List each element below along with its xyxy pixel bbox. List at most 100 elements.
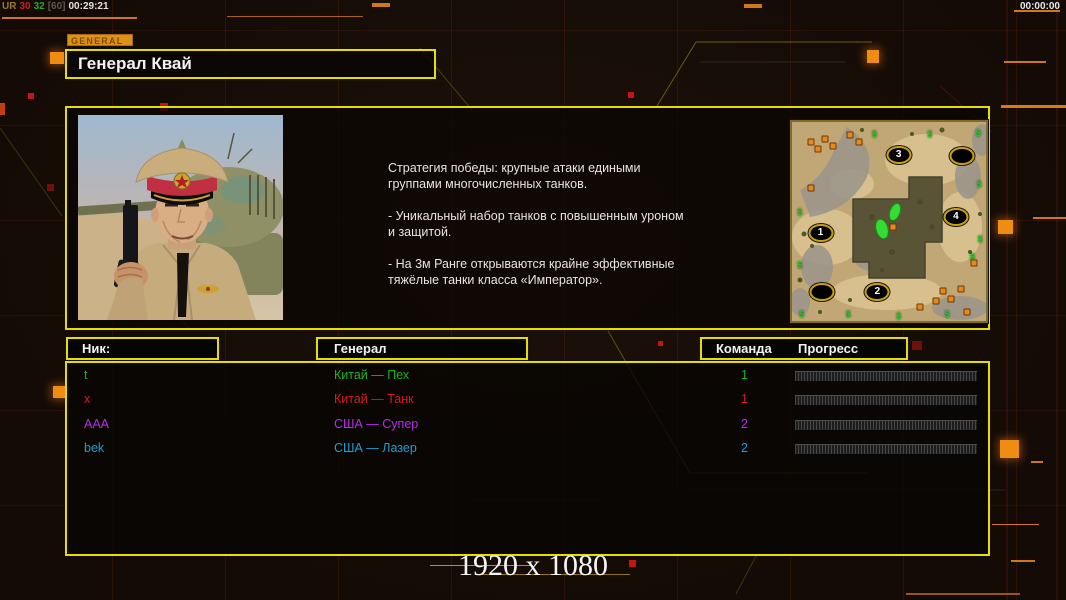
player-team: 1 xyxy=(722,363,767,387)
minimap-supply-dollar: $ xyxy=(872,129,877,139)
minimap-supply-dollar: $ xyxy=(846,309,851,319)
minimap-supply-dot xyxy=(847,131,854,138)
resolution-label: 1920 x 1080 xyxy=(458,549,608,583)
decor-square-red xyxy=(628,92,634,98)
minimap-supply-dollar: $ xyxy=(799,309,804,319)
decor-line xyxy=(1004,61,1046,63)
minimap-start-point: 1 xyxy=(808,224,833,242)
fps-cap: [60] xyxy=(48,1,66,12)
decor-square-red xyxy=(28,93,34,99)
column-header-general: Генерал xyxy=(316,337,528,360)
player-nick: t xyxy=(84,363,87,387)
minimap-supply-dot xyxy=(815,145,822,152)
minimap-start-point: 4 xyxy=(943,208,968,226)
decor-square-orange xyxy=(867,50,879,63)
decor-line xyxy=(906,593,1020,595)
minimap-empty-point xyxy=(949,147,974,165)
decor-square-orange xyxy=(50,52,64,64)
minimap-supply-dot xyxy=(808,138,815,145)
page-title-box: Генерал Квай xyxy=(65,49,436,79)
minimap-supply-dollar: $ xyxy=(977,179,982,189)
player-general: США — Лазер xyxy=(334,436,417,460)
decor-line xyxy=(372,3,390,7)
fps-counter: UR30 32[60]00:29:21 xyxy=(2,1,112,12)
player-progress-bar xyxy=(795,371,977,382)
decor-square-orange xyxy=(998,220,1013,234)
decor-line xyxy=(1001,105,1066,108)
decor-square-red xyxy=(629,560,636,567)
minimap-supply-dot xyxy=(808,184,815,191)
minimap-supply-dot xyxy=(917,304,924,311)
minimap-supply-dollar: $ xyxy=(927,129,932,139)
general-description: Стратегия победы: крупные атаки едиными … xyxy=(388,160,733,304)
session-time: 00:29:21 xyxy=(69,1,109,12)
minimap-supply-dot xyxy=(963,309,970,316)
minimap-empty-point xyxy=(810,283,835,301)
minimap-supply-dollar: $ xyxy=(976,128,981,138)
header-nick-label: Ник: xyxy=(82,341,110,356)
decor-line xyxy=(1033,217,1066,219)
decor-line xyxy=(1031,461,1043,463)
match-clock: 00:00:00 xyxy=(1020,1,1060,12)
minimap-supply-dollar: $ xyxy=(945,309,950,319)
general-portrait xyxy=(78,115,283,320)
minimap-supply-dot xyxy=(889,224,896,231)
player-nick: bek xyxy=(84,436,104,460)
minimap-supply-dollar: $ xyxy=(797,207,802,217)
description-paragraph: - На 3м Ранге открываются крайне эффекти… xyxy=(388,256,733,288)
decor-square-red xyxy=(47,184,54,191)
player-row[interactable]: bek США — Лазер 2 xyxy=(67,436,988,460)
decor-line xyxy=(992,524,1039,525)
decor-line xyxy=(2,17,137,19)
minimap-supply-dot xyxy=(855,138,862,145)
player-row[interactable]: AAA США — Супер 2 xyxy=(67,412,988,436)
minimap-supply-dot xyxy=(940,288,947,295)
description-paragraph: Стратегия победы: крупные атаки едиными … xyxy=(388,160,733,192)
minimap-supply-dot xyxy=(932,298,939,305)
minimap-supply-dollar: $ xyxy=(978,234,983,244)
description-paragraph: - Уникальный набор танков с повышенным у… xyxy=(388,208,733,240)
decor-square-red xyxy=(912,341,922,350)
tab-general[interactable]: GENERAL xyxy=(67,34,133,46)
minimap-supply-dot xyxy=(948,296,955,303)
decor-line xyxy=(1011,560,1035,562)
player-progress-bar xyxy=(795,395,977,406)
player-nick: AAA xyxy=(84,412,109,436)
minimap-start-point: 2 xyxy=(865,283,890,301)
player-team: 2 xyxy=(722,412,767,436)
header-progress-label: Прогресс xyxy=(798,339,858,358)
page-title: Генерал Квай xyxy=(78,54,192,73)
minimap-start-point: 3 xyxy=(886,146,911,164)
minimap-supply-dot xyxy=(829,142,836,149)
fps-label: UR xyxy=(2,1,16,12)
player-general: США — Супер xyxy=(334,412,418,436)
fps-value-1: 30 xyxy=(19,1,30,12)
minimap[interactable]: 1234$$$$$$$$$$$$ xyxy=(790,120,988,323)
decor-line xyxy=(227,16,363,17)
decor-line xyxy=(744,4,762,8)
player-progress-bar xyxy=(795,444,977,455)
header-team-label: Команда xyxy=(716,339,772,358)
player-general: Китай — Танк xyxy=(334,387,414,411)
players-panel: t Китай — Пех 1 x Китай — Танк 1 AAA США… xyxy=(65,361,990,556)
decor-square-red xyxy=(658,341,663,346)
player-general: Китай — Пех xyxy=(334,363,409,387)
fps-value-2: 32 xyxy=(34,1,45,12)
column-header-nick: Ник: xyxy=(66,337,219,360)
player-row[interactable]: x Китай — Танк 1 xyxy=(67,387,988,411)
general-info-panel: Стратегия победы: крупные атаки едиными … xyxy=(65,106,990,330)
player-progress-bar xyxy=(795,420,977,431)
player-team: 1 xyxy=(722,387,767,411)
header-general-label: Генерал xyxy=(334,341,386,356)
decor-square-orange xyxy=(0,103,5,115)
minimap-supply-dollar: $ xyxy=(896,311,901,321)
minimap-supply-dot xyxy=(957,286,964,293)
minimap-supply-dot xyxy=(971,260,978,267)
column-header-team-progress: Команда Прогресс xyxy=(700,337,908,360)
minimap-supply-dollar: $ xyxy=(797,260,802,270)
lobby-screen: UR3032[60]00:29:21 00:00:00 GENERAL Гене… xyxy=(0,0,1066,600)
player-rows: t Китай — Пех 1 x Китай — Танк 1 AAA США… xyxy=(67,363,988,461)
player-nick: x xyxy=(84,387,90,411)
player-row[interactable]: t Китай — Пех 1 xyxy=(67,363,988,387)
decor-square-orange xyxy=(1000,440,1019,458)
